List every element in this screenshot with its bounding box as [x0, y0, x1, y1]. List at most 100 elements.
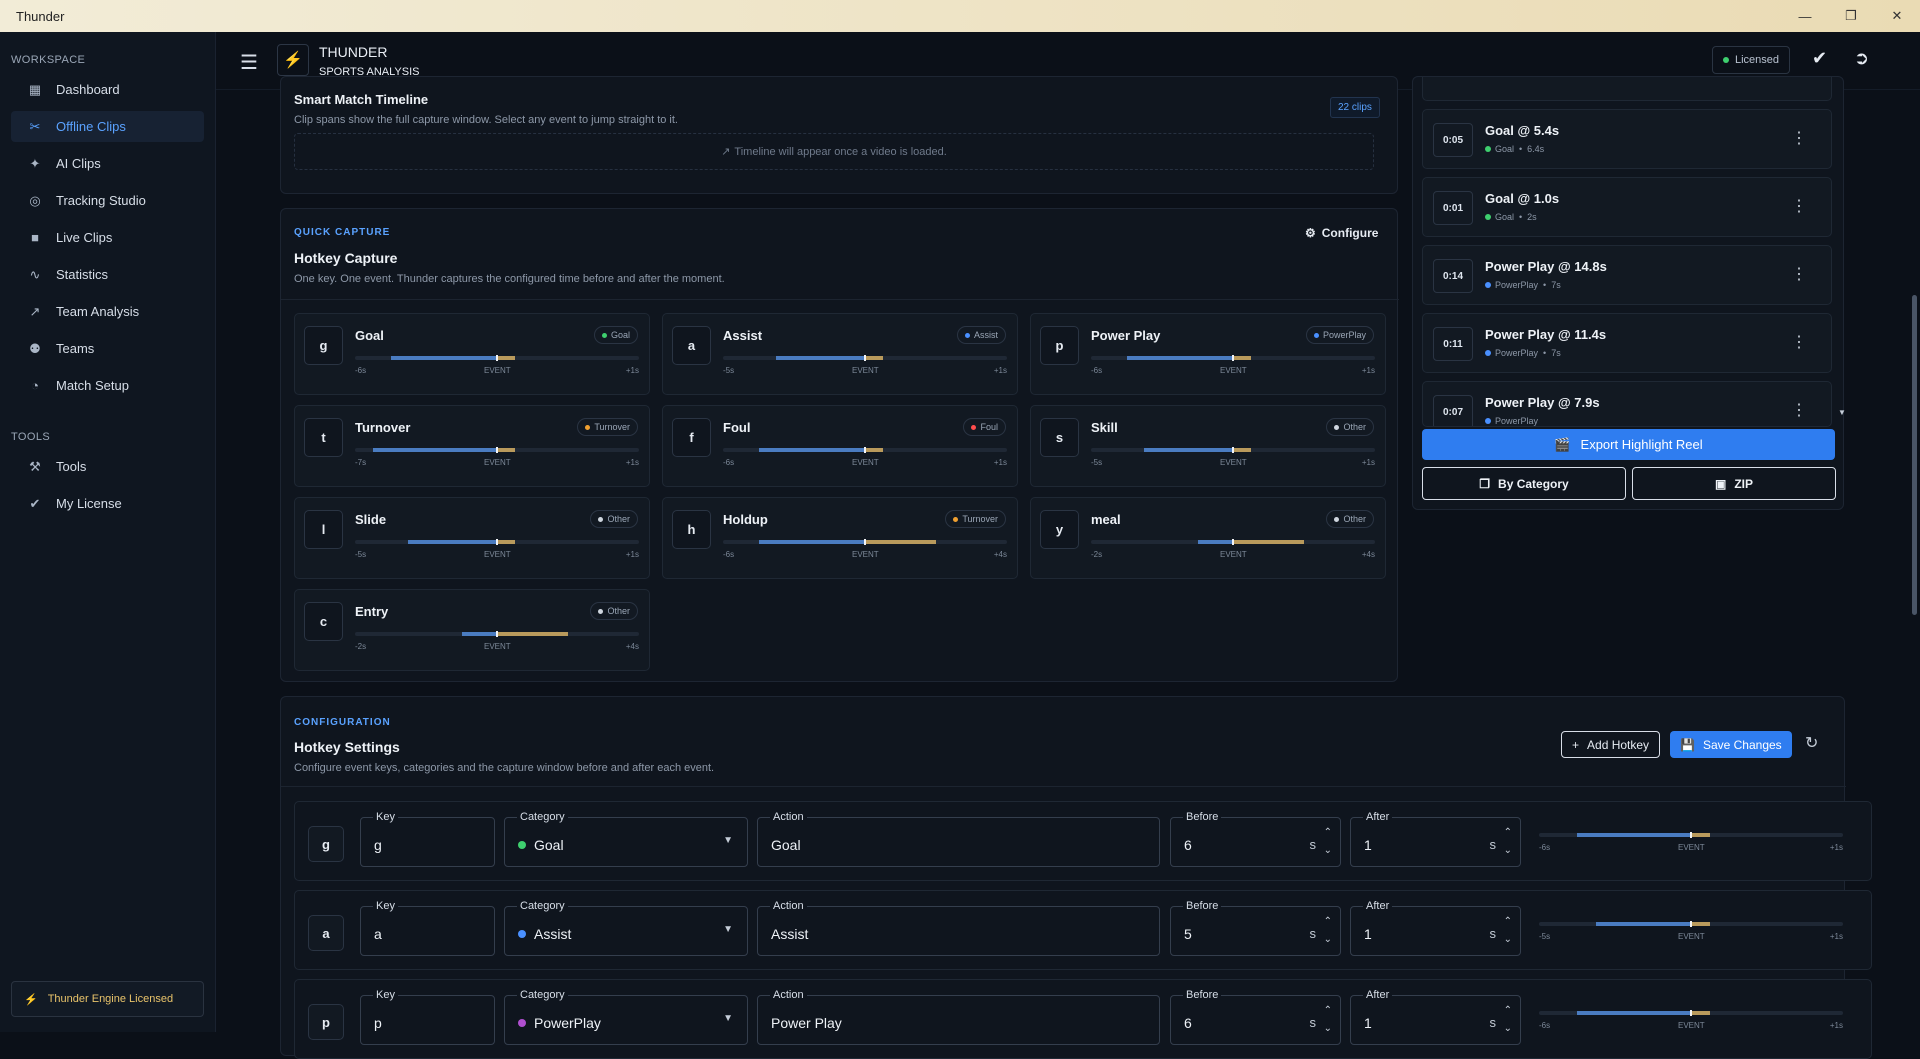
configure-button[interactable]: ⚙ Configure [1305, 226, 1378, 240]
hotkey-tile-assist[interactable]: a Assist Assist -5s EVENT +1s [662, 313, 1018, 395]
event-label: EVENT [1678, 1021, 1705, 1030]
zip-button[interactable]: ▣ ZIP [1632, 467, 1836, 500]
category-select[interactable]: Category Goal ▼ [504, 811, 748, 867]
stepper-icon[interactable]: ⌃ ⌄ [1324, 1002, 1332, 1038]
sidebar-item-dashboard[interactable]: ▦ Dashboard [11, 74, 204, 105]
hotkey-tile-turnover[interactable]: t Turnover Turnover -7s EVENT +1s [294, 405, 650, 487]
more-options-icon[interactable]: ⋮ [1791, 196, 1807, 216]
license-footer[interactable]: ⚡ Thunder Engine Licensed [11, 981, 204, 1017]
hotkey-settings-row: a Key a Category Assist ▼ Action Assist Befo… [294, 890, 1872, 970]
sidebar-item-match-setup[interactable]: ◔ Match Setup [11, 370, 204, 401]
sidebar-item-label: My License [56, 496, 122, 511]
clip-meta: Goal • 6.4s [1485, 144, 1544, 154]
clip-item[interactable]: 0:11 Power Play @ 11.4s PowerPlay • 7s ⋮ [1422, 313, 1832, 373]
after-field[interactable]: After 1 s ⌃ ⌄ [1350, 811, 1521, 867]
sidebar-item-label: Teams [56, 341, 95, 356]
configuration-label: CONFIGURATION [294, 717, 391, 728]
more-options-icon[interactable]: ⋮ [1791, 332, 1807, 352]
hotkey-tile-power-play[interactable]: p Power Play PowerPlay -6s EVENT +1s [1030, 313, 1386, 395]
after-field[interactable]: After 1 s ⌃ ⌄ [1350, 989, 1521, 1045]
category-select[interactable]: Category PowerPlay ▼ [504, 989, 748, 1045]
sidebar-item-my-license[interactable]: ✔ My License [11, 488, 204, 519]
event-marker [864, 355, 866, 361]
hamburger-menu-icon[interactable]: ☰ [240, 50, 258, 75]
hotkey-capture-subtitle: One key. One event. Thunder captures the… [294, 273, 725, 285]
hotkey-tile-meal[interactable]: y meal Other -2s EVENT +4s [1030, 497, 1386, 579]
hotkey-tile-slide[interactable]: l Slide Other -5s EVENT +1s [294, 497, 650, 579]
clip-item[interactable]: 0:01 Goal @ 1.0s Goal • 2s ⋮ [1422, 177, 1832, 237]
key-field[interactable]: Key a [360, 900, 495, 956]
sidebar-item-ai-clips[interactable]: ✦ AI Clips [11, 148, 204, 179]
sidebar-item-teams[interactable]: ⚉ Teams [11, 333, 204, 364]
scroll-down-icon[interactable]: ▼ [1838, 408, 1846, 417]
sidebar-item-tools[interactable]: ⚒ Tools [11, 451, 204, 482]
before-span [408, 540, 497, 544]
hotkey-tile-skill[interactable]: s Skill Other -5s EVENT +1s [1030, 405, 1386, 487]
page-scrollbar[interactable] [1910, 90, 1920, 1032]
stepper-icon[interactable]: ⌃ ⌄ [1324, 913, 1332, 949]
verified-icon[interactable]: ✔ [1812, 48, 1827, 69]
hotkey-tile-foul[interactable]: f Foul Foul -6s EVENT +1s [662, 405, 1018, 487]
sidebar-item-statistics[interactable]: ∿ Statistics [11, 259, 204, 290]
key-field[interactable]: Key g [360, 811, 495, 867]
category-select[interactable]: Category Assist ▼ [504, 900, 748, 956]
after-span [497, 540, 515, 544]
after-field[interactable]: After 1 s ⌃ ⌄ [1350, 900, 1521, 956]
sidebar-item-offline-clips[interactable]: ✂ Offline Clips [11, 111, 204, 142]
restore-icon[interactable]: ❐ [1828, 0, 1874, 32]
hotkey-tile-goal[interactable]: g Goal Goal -6s EVENT +1s [294, 313, 650, 395]
close-icon[interactable]: ✕ [1874, 0, 1920, 32]
by-category-button[interactable]: ❐ By Category [1422, 467, 1626, 500]
more-options-icon[interactable]: ⋮ [1791, 264, 1807, 284]
clip-item[interactable]: 0:14 Power Play @ 14.8s PowerPlay • 7s ⋮ [1422, 245, 1832, 305]
before-span [1596, 922, 1691, 926]
clip-item[interactable]: 0:07 Power Play @ 7.9s PowerPlay ⋮ [1422, 381, 1832, 427]
minimize-icon[interactable]: — [1782, 0, 1828, 32]
after-label: +1s [1829, 932, 1843, 941]
sidebar-item-tracking-studio[interactable]: ◎ Tracking Studio [11, 185, 204, 216]
stepper-icon[interactable]: ⌃ ⌄ [1324, 824, 1332, 860]
more-options-icon[interactable]: ⋮ [1791, 128, 1807, 148]
event-marker [1690, 832, 1692, 838]
hotkey-tile-holdup[interactable]: h Holdup Turnover -6s EVENT +4s [662, 497, 1018, 579]
hotkey-tile-entry[interactable]: c Entry Other -2s EVENT +4s [294, 589, 650, 671]
before-field[interactable]: Before 5 s ⌃ ⌄ [1170, 900, 1341, 956]
sidebar-item-team-analysis[interactable]: ↗ Team Analysis [11, 296, 204, 327]
after-span [1233, 356, 1251, 360]
refresh-icon[interactable]: ↻ [1805, 733, 1818, 753]
logout-icon[interactable]: ➲ [1854, 48, 1869, 69]
stepper-icon[interactable]: ⌃ ⌄ [1504, 913, 1512, 949]
hotkey-key: g [304, 326, 343, 365]
more-options-icon[interactable]: ⋮ [1791, 400, 1807, 420]
before-field[interactable]: Before 6 s ⌃ ⌄ [1170, 989, 1341, 1045]
after-label: +1s [993, 458, 1007, 467]
stepper-icon[interactable]: ⌃ ⌄ [1504, 1002, 1512, 1038]
category-badge: Turnover [945, 510, 1006, 528]
before-field[interactable]: Before 6 s ⌃ ⌄ [1170, 811, 1341, 867]
add-hotkey-button[interactable]: + Add Hotkey [1561, 731, 1661, 758]
video-icon: ■ [31, 230, 39, 245]
after-label: +4s [993, 550, 1007, 559]
before-label: -2s [1091, 550, 1103, 559]
before-span [461, 632, 497, 636]
sidebar-item-label: Team Analysis [56, 304, 140, 319]
action-field[interactable]: Action Assist [757, 900, 1160, 956]
hotkey-settings-subtitle: Configure event keys, categories and the… [294, 762, 715, 774]
clip-item-partial[interactable] [1422, 77, 1832, 101]
event-label: EVENT [1220, 366, 1247, 375]
capture-window-bar [723, 447, 1007, 453]
hotkey-name: Power Play [1091, 328, 1161, 343]
after-label: +1s [1361, 458, 1375, 467]
action-field[interactable]: Action Goal [757, 811, 1160, 867]
sidebar-item-live-clips[interactable]: ■ Live Clips [11, 222, 204, 253]
sidebar-item-label: Dashboard [56, 82, 120, 97]
key-field[interactable]: Key p [360, 989, 495, 1045]
save-icon: 💾 [1680, 737, 1695, 752]
stepper-icon[interactable]: ⌃ ⌄ [1504, 824, 1512, 860]
export-highlight-reel-button[interactable]: 🎬 Export Highlight Reel [1422, 429, 1835, 460]
brand-name: THUNDER [319, 44, 388, 60]
action-field[interactable]: Action Power Play [757, 989, 1160, 1045]
hotkey-name: Skill [1091, 420, 1118, 435]
save-changes-button[interactable]: 💾 Save Changes [1670, 731, 1792, 758]
clip-item[interactable]: 0:05 Goal @ 5.4s Goal • 6.4s ⋮ [1422, 109, 1832, 169]
